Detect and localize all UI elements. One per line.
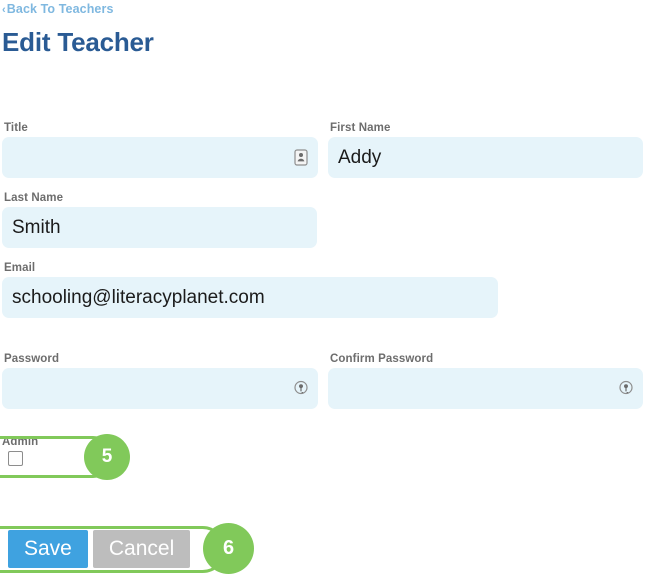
field-label-email: Email <box>4 262 36 274</box>
field-label-password: Password <box>4 353 60 365</box>
field-label-admin: Admin <box>2 436 39 448</box>
first-name-input[interactable] <box>328 137 643 178</box>
field-label-title: Title <box>4 122 28 134</box>
password-input[interactable] <box>2 368 318 409</box>
last-name-input[interactable] <box>2 207 317 248</box>
input-wrap-title <box>2 137 318 178</box>
admin-checkbox[interactable] <box>8 451 23 466</box>
field-first-name: First Name <box>328 122 643 178</box>
field-password: Password <box>2 353 318 409</box>
field-title: Title <box>2 122 318 178</box>
title-input[interactable] <box>2 137 318 178</box>
form-actions: Save Cancel <box>8 530 191 568</box>
edit-teacher-form: Title First Name Last Name Email <box>0 0 651 579</box>
key-icon[interactable] <box>618 380 634 398</box>
input-wrap-password <box>2 368 318 409</box>
input-wrap-last-name <box>2 207 317 248</box>
input-wrap-first-name <box>328 137 643 178</box>
confirm-password-input[interactable] <box>328 368 643 409</box>
save-button[interactable]: Save <box>8 530 88 568</box>
field-confirm-password: Confirm Password <box>328 353 643 409</box>
contact-card-icon[interactable] <box>293 149 309 167</box>
field-label-confirm-password: Confirm Password <box>330 353 434 365</box>
field-email: Email <box>2 262 498 318</box>
field-admin: Admin <box>2 436 38 466</box>
input-wrap-confirm-password <box>328 368 643 409</box>
field-label-first-name: First Name <box>330 122 391 134</box>
cancel-button[interactable]: Cancel <box>92 530 191 568</box>
input-wrap-email <box>2 277 498 318</box>
key-icon[interactable] <box>293 380 309 398</box>
field-last-name: Last Name <box>2 192 317 248</box>
email-input[interactable] <box>2 277 498 318</box>
field-label-last-name: Last Name <box>4 192 64 204</box>
